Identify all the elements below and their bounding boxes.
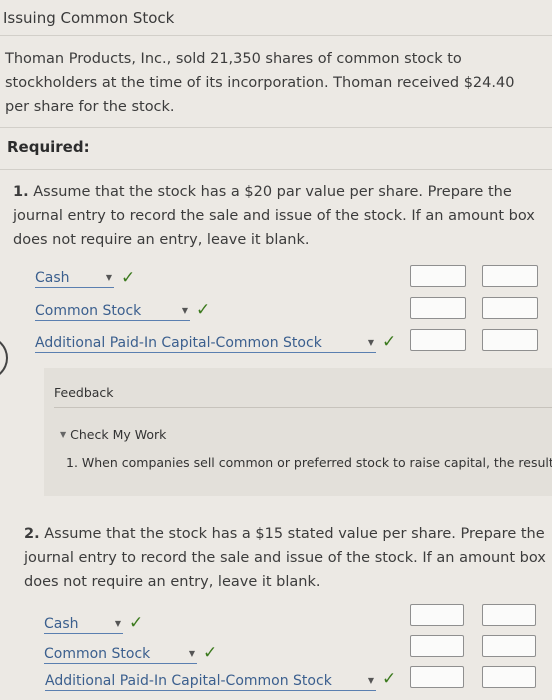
checkmark-icon: ✓ — [129, 613, 144, 633]
q1-account-label-3: Additional Paid-In Capital-Common Stock — [35, 334, 322, 351]
q1-debit-input-1[interactable] — [410, 265, 466, 287]
checkmark-icon: ✓ — [382, 669, 397, 689]
chevron-down-icon: ▼ — [367, 338, 374, 347]
q2-account-label-1: Cash — [44, 615, 79, 632]
chevron-down-icon: ▼ — [367, 676, 374, 685]
feedback-text: 1. When companies sell common or preferr… — [66, 455, 552, 470]
problem-text: Thoman Products, Inc., sold 21,350 share… — [5, 51, 515, 115]
q2-debit-input-3[interactable] — [410, 666, 464, 688]
chevron-down-icon: ▼ — [188, 649, 195, 658]
page-title: Issuing Common Stock — [3, 9, 175, 27]
q1-account-select-3[interactable]: Additional Paid-In Capital-Common Stock … — [35, 333, 376, 353]
q1-credit-input-3[interactable] — [482, 329, 538, 351]
q1-debit-input-3[interactable] — [410, 329, 466, 351]
collapse-bracket-icon[interactable] — [0, 336, 8, 380]
q2-credit-input-1[interactable] — [482, 604, 536, 626]
q2-account-select-2[interactable]: Common Stock ▼ — [44, 644, 197, 664]
q2-account-label-3: Additional Paid-In Capital-Common Stock — [45, 672, 332, 689]
required-label: Required: — [7, 138, 90, 156]
chevron-down-icon: ▼ — [105, 273, 112, 282]
title-divider — [0, 35, 552, 36]
q1-account-label-1: Cash — [35, 269, 70, 286]
checkmark-icon: ✓ — [121, 268, 136, 288]
q2-account-label-2: Common Stock — [44, 645, 151, 662]
q1-account-select-1[interactable]: Cash ▼ — [35, 268, 114, 288]
chevron-down-icon: ▼ — [181, 306, 188, 315]
q2-debit-input-2[interactable] — [410, 635, 464, 657]
q2-account-select-1[interactable]: Cash ▼ — [44, 614, 123, 634]
checkmark-icon: ✓ — [382, 332, 397, 352]
check-my-work-toggle[interactable]: ▼ Check My Work — [60, 427, 166, 442]
feedback-divider — [54, 407, 552, 408]
q2-credit-input-3[interactable] — [482, 666, 536, 688]
q2-debit-input-1[interactable] — [410, 604, 464, 626]
q1-account-label-2: Common Stock — [35, 302, 142, 319]
q2-credit-input-2[interactable] — [482, 635, 536, 657]
feedback-title: Feedback — [54, 385, 114, 400]
checkmark-icon: ✓ — [196, 300, 211, 320]
q2-number: 2. — [24, 526, 40, 542]
required-divider — [0, 169, 552, 170]
check-my-work-label: Check My Work — [70, 427, 167, 442]
q1-credit-input-2[interactable] — [482, 297, 538, 319]
problem-divider — [0, 127, 552, 128]
q1-number: 1. — [13, 184, 29, 200]
checkmark-icon: ✓ — [203, 643, 218, 663]
q1-text: 1. Assume that the stock has a $20 par v… — [13, 184, 535, 248]
q2-account-select-3[interactable]: Additional Paid-In Capital-Common Stock … — [45, 671, 376, 691]
q1-debit-input-2[interactable] — [410, 297, 466, 319]
q1-account-select-2[interactable]: Common Stock ▼ — [35, 301, 190, 321]
chevron-down-icon: ▼ — [114, 619, 121, 628]
triangle-down-icon: ▼ — [60, 430, 67, 439]
q1-credit-input-1[interactable] — [482, 265, 538, 287]
q2-text: 2. Assume that the stock has a $15 state… — [24, 526, 546, 590]
